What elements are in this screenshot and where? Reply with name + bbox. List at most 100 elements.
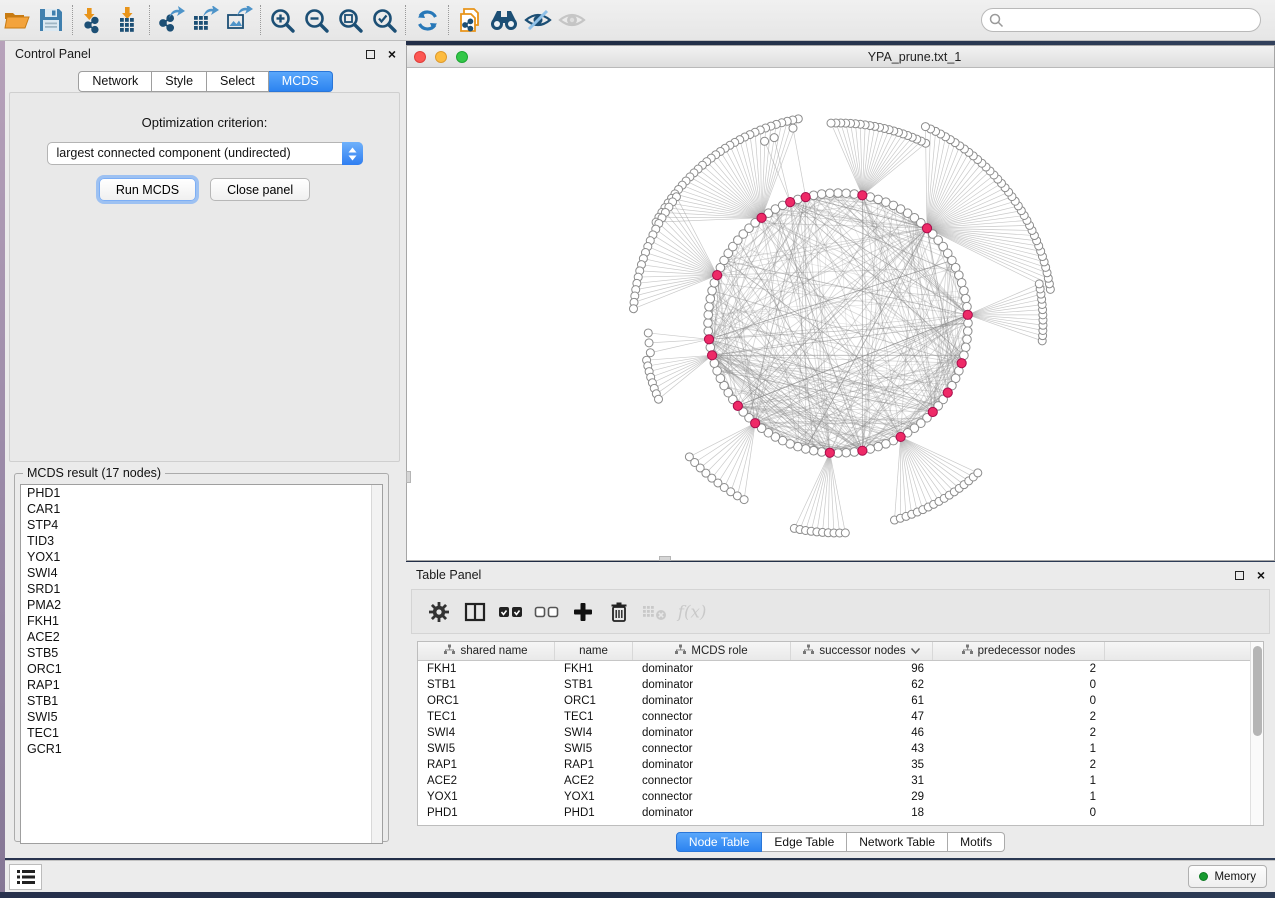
table-row[interactable]: STB1STB1dominator620 [418, 677, 1250, 693]
cell-predecessor-nodes[interactable]: 0 [933, 805, 1105, 821]
mcds-result-item[interactable]: TEC1 [21, 725, 382, 741]
graph-node[interactable] [960, 286, 969, 295]
cell-MCDS-role[interactable]: dominator [633, 693, 791, 709]
close-panel-button[interactable]: Close panel [210, 178, 310, 201]
export-table-icon[interactable] [188, 3, 222, 37]
optimization-criterion-dropdown[interactable]: largest connected component (undirected) [47, 142, 363, 165]
cell-successor-nodes[interactable]: 46 [791, 725, 933, 741]
graph-dominator-node[interactable] [757, 213, 766, 222]
cell-name[interactable]: SWI5 [555, 741, 633, 757]
cell-successor-nodes[interactable]: 29 [791, 789, 933, 805]
memory-button[interactable]: Memory [1188, 865, 1267, 888]
graph-node[interactable] [834, 449, 843, 458]
close-panel-icon[interactable]: × [388, 49, 396, 59]
tab-network[interactable]: Network [78, 71, 152, 92]
mcds-result-item[interactable]: PHD1 [21, 485, 382, 501]
float-table-panel-icon[interactable] [1235, 571, 1244, 580]
zoom-fit-icon[interactable] [333, 3, 367, 37]
cell-MCDS-role[interactable]: connector [633, 789, 791, 805]
cell-shared-name[interactable]: ACE2 [418, 773, 555, 789]
cell-predecessor-nodes[interactable]: 0 [933, 677, 1105, 693]
graph-dominator-node[interactable] [713, 271, 722, 280]
table-row[interactable]: FKH1FKH1dominator962 [418, 661, 1250, 677]
network-window-titlebar[interactable]: YPA_prune.txt_1 [407, 46, 1274, 68]
zoom-selected-icon[interactable] [367, 3, 401, 37]
graph-node[interactable] [817, 448, 826, 457]
graph-node[interactable] [963, 335, 972, 344]
cell-successor-nodes[interactable]: 18 [791, 805, 933, 821]
graph-node[interactable] [704, 327, 713, 336]
tab-network-table[interactable]: Network Table [847, 832, 948, 852]
graph-leaf-node[interactable] [789, 124, 797, 132]
mcds-list-scrollbar[interactable] [371, 485, 382, 843]
cell-shared-name[interactable]: TEC1 [418, 709, 555, 725]
table-row[interactable]: ORC1ORC1dominator610 [418, 693, 1250, 709]
graph-dominator-node[interactable] [858, 446, 867, 455]
add-row-icon[interactable] [568, 597, 598, 627]
save-icon[interactable] [34, 3, 68, 37]
mcds-result-item[interactable]: GCR1 [21, 741, 382, 757]
network-canvas[interactable] [407, 68, 1274, 560]
cell-MCDS-role[interactable]: dominator [633, 757, 791, 773]
cell-successor-nodes[interactable]: 47 [791, 709, 933, 725]
table-scrollbar[interactable] [1250, 642, 1263, 825]
graph-leaf-node[interactable] [645, 339, 653, 347]
mcds-result-item[interactable]: SWI4 [21, 565, 382, 581]
cell-MCDS-role[interactable]: dominator [633, 677, 791, 693]
cell-shared-name[interactable]: RAP1 [418, 757, 555, 773]
function-builder-icon[interactable]: f(x) [676, 597, 706, 627]
cell-predecessor-nodes[interactable]: 1 [933, 773, 1105, 789]
graph-node[interactable] [708, 286, 717, 295]
mcds-result-item[interactable]: STB1 [21, 693, 382, 709]
graph-node[interactable] [874, 442, 883, 451]
cell-predecessor-nodes[interactable]: 2 [933, 661, 1105, 677]
graph-node[interactable] [834, 189, 843, 198]
cell-predecessor-nodes[interactable]: 2 [933, 757, 1105, 773]
graph-node[interactable] [809, 191, 818, 200]
graph-node[interactable] [809, 446, 818, 455]
mcds-result-item[interactable]: SWI5 [21, 709, 382, 725]
table-row[interactable]: ACE2ACE2connector311 [418, 773, 1250, 789]
cell-MCDS-role[interactable]: connector [633, 741, 791, 757]
graph-node[interactable] [963, 327, 972, 336]
mcds-result-item[interactable]: ORC1 [21, 661, 382, 677]
search-input[interactable] [981, 8, 1261, 32]
cell-shared-name[interactable]: YOX1 [418, 789, 555, 805]
cell-shared-name[interactable]: PHD1 [418, 805, 555, 821]
graph-dominator-node[interactable] [963, 310, 972, 319]
splitter-grip-left[interactable] [406, 471, 411, 483]
graph-node[interactable] [706, 343, 715, 352]
graph-dominator-node[interactable] [704, 335, 713, 344]
cell-shared-name[interactable]: ORC1 [418, 693, 555, 709]
mcds-result-item[interactable]: STP4 [21, 517, 382, 533]
cell-successor-nodes[interactable]: 35 [791, 757, 933, 773]
duplicate-network-icon[interactable] [453, 3, 487, 37]
graph-node[interactable] [801, 445, 810, 454]
cell-successor-nodes[interactable]: 61 [791, 693, 933, 709]
table-row[interactable]: PHD1PHD1dominator180 [418, 805, 1250, 821]
graph-dominator-node[interactable] [928, 407, 937, 416]
graph-leaf-node[interactable] [740, 496, 748, 504]
graph-leaf-node[interactable] [644, 329, 652, 337]
settings-icon[interactable] [424, 597, 454, 627]
column-header-MCDS-role[interactable]: MCDS role [633, 642, 791, 660]
graph-dominator-node[interactable] [943, 388, 952, 397]
table-row[interactable]: SWI5SWI5connector431 [418, 741, 1250, 757]
zoom-out-icon[interactable] [299, 3, 333, 37]
graph-node[interactable] [842, 189, 851, 198]
cell-successor-nodes[interactable]: 62 [791, 677, 933, 693]
import-table-icon[interactable] [111, 3, 145, 37]
cell-predecessor-nodes[interactable]: 1 [933, 741, 1105, 757]
cell-name[interactable]: SWI4 [555, 725, 633, 741]
cell-MCDS-role[interactable]: connector [633, 773, 791, 789]
cell-name[interactable]: TEC1 [555, 709, 633, 725]
graph-dominator-node[interactable] [801, 192, 810, 201]
mcds-result-item[interactable]: STB5 [21, 645, 382, 661]
delete-table-icon[interactable] [640, 597, 670, 627]
graph-node[interactable] [961, 343, 970, 352]
tab-motifs[interactable]: Motifs [948, 832, 1005, 852]
open-folder-icon[interactable] [0, 3, 34, 37]
graph-node[interactable] [817, 190, 826, 199]
sort-chevron-icon[interactable] [911, 645, 920, 657]
graph-leaf-node[interactable] [921, 123, 929, 131]
